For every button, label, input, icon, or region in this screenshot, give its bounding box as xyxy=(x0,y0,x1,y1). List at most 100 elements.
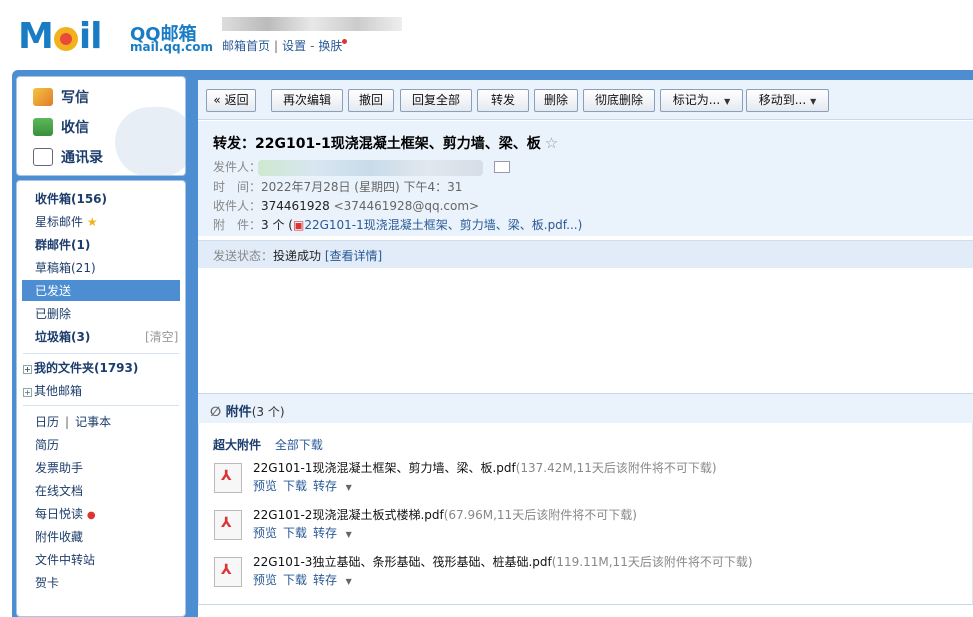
attachment-actions: 预览 下载 转存 ▼ xyxy=(253,477,364,494)
preview-link[interactable]: 预览 xyxy=(253,573,277,587)
download-link[interactable]: 下载 xyxy=(283,573,307,587)
attachment-item: 22G101-3独立基础、条形基础、筏形基础、桩基础.pdf(119.11M,1… xyxy=(214,553,954,595)
contacts-label: 通讯录 xyxy=(61,150,103,166)
preview-link[interactable]: 预览 xyxy=(253,479,277,493)
chevron-down-icon: ▼ xyxy=(343,577,352,586)
recall-button[interactable]: 撤回 xyxy=(348,89,394,112)
my-folders[interactable]: + 我的文件夹(1793) xyxy=(23,359,138,376)
download-all-link[interactable]: 全部下载 xyxy=(275,438,323,452)
preview-link[interactable]: 预览 xyxy=(253,526,277,540)
attachment-meta: (137.42M,11天后该附件将不可下载) xyxy=(515,461,717,475)
attachment-item: 22G101-1现浇混凝土框架、剪力墙、梁、板.pdf(137.42M,11天后… xyxy=(214,459,954,501)
sender-label: 发件人： xyxy=(213,160,262,174)
move-to-dropdown[interactable]: 移动到... ▼ xyxy=(746,89,829,112)
mail-read-panel: « 返回 再次编辑 撤回 回复全部 转发 删除 彻底删除 标记为... ▼ 移动到… xyxy=(198,80,973,617)
delete-button[interactable]: 删除 xyxy=(534,89,578,112)
clear-spam-link[interactable]: [清空] xyxy=(145,328,178,345)
pdf-file-icon[interactable] xyxy=(214,510,242,540)
pdf-file-icon[interactable] xyxy=(214,463,242,493)
contact-card-icon[interactable] xyxy=(494,161,510,173)
penguin-decoration-icon xyxy=(115,107,185,175)
docs-link[interactable]: 在线文档 xyxy=(35,482,83,499)
status-details-link[interactable]: [查看详情] xyxy=(325,249,382,263)
mark-as-dropdown[interactable]: 标记为... ▼ xyxy=(660,89,743,112)
other-mailbox-label: 其他邮箱 xyxy=(34,384,83,398)
my-folders-label: 我的文件夹(1793) xyxy=(34,361,139,375)
file-transfer-link[interactable]: 文件中转站 xyxy=(35,551,95,568)
folder-group[interactable]: 群邮件(1) xyxy=(35,236,90,253)
expand-icon: + xyxy=(23,388,32,397)
pdf-file-icon[interactable] xyxy=(214,557,242,587)
divider xyxy=(23,405,179,406)
permanent-delete-button[interactable]: 彻底删除 xyxy=(583,89,655,112)
new-dot-icon xyxy=(342,39,348,44)
attachment-filename[interactable]: 22G101-3独立基础、条形基础、筏形基础、桩基础.pdf xyxy=(253,555,552,569)
delivery-status-bar: 发送状态：投递成功 [查看详情] xyxy=(198,240,973,268)
folder-sent[interactable]: 已发送 xyxy=(35,282,71,299)
forward-button[interactable]: 转发 xyxy=(477,89,529,112)
attachment-item: 22G101-2现浇混凝土板式楼梯.pdf(67.96M,11天后该附件将不可下… xyxy=(214,506,954,548)
attachment-filename[interactable]: 22G101-2现浇混凝土板式楼梯.pdf xyxy=(253,508,444,522)
toolbar: « 返回 再次编辑 撤回 回复全部 转发 删除 彻底删除 标记为... ▼ 移动到… xyxy=(198,80,973,120)
attachment-meta: (67.96M,11天后该附件将不可下载) xyxy=(443,508,637,522)
attachment-fav-link[interactable]: 附件收藏 xyxy=(35,528,83,545)
chevron-down-icon: ▼ xyxy=(724,97,731,106)
chevron-down-icon: ▼ xyxy=(810,97,817,106)
reedit-button[interactable]: 再次编辑 xyxy=(271,89,343,112)
reply-all-button[interactable]: 回复全部 xyxy=(400,89,472,112)
star-toggle-icon[interactable]: ☆ xyxy=(545,134,558,152)
folder-spam[interactable]: 垃圾箱(3) xyxy=(35,328,90,345)
move-to-label: 移动到... xyxy=(758,93,807,107)
download-link[interactable]: 下载 xyxy=(283,479,307,493)
calendar-link[interactable]: 日历 xyxy=(35,415,59,429)
folder-inbox[interactable]: 收件箱(156) xyxy=(35,190,107,207)
attachment-meta: (119.11M,11天后该附件将不可下载) xyxy=(551,555,753,569)
attachment-actions: 预览 下载 转存 ▼ xyxy=(253,524,364,541)
divider xyxy=(23,353,179,354)
invoice-link[interactable]: 发票助手 xyxy=(35,459,83,476)
attachments-body: 超大附件 全部下载 22G101-1现浇混凝土框架、剪力墙、梁、板.pdf(13… xyxy=(198,423,973,605)
mail-home-link[interactable]: 邮箱首页 xyxy=(222,39,270,53)
pencil-icon xyxy=(33,88,53,106)
qq-mail-logo[interactable]: Mil QQ邮箱 mail.qq.com xyxy=(18,18,213,58)
settings-link[interactable]: 设置 xyxy=(282,39,306,53)
link-separator: | xyxy=(274,39,279,53)
daily-read-link[interactable]: 每日悦读 ● xyxy=(35,505,96,522)
folder-starred[interactable]: 星标邮件 ★ xyxy=(35,213,98,230)
attachment-filename[interactable]: 22G101-1现浇混凝土框架、剪力墙、梁、板.pdf xyxy=(253,461,516,475)
resume-link[interactable]: 简历 xyxy=(35,436,59,453)
contacts-button[interactable]: 通讯录 xyxy=(33,147,103,167)
notebook-link[interactable]: 记事本 xyxy=(75,415,111,429)
save-to-link[interactable]: 转存 ▼ xyxy=(313,573,358,587)
header: Mil QQ邮箱 mail.qq.com 邮箱首页 | 设置 - 换肤 xyxy=(0,0,973,70)
sidebar-quick-panel: 写信 收信 通讯录 xyxy=(16,76,186,176)
other-mailbox[interactable]: + 其他邮箱 xyxy=(23,382,82,399)
save-to-link[interactable]: 转存 ▼ xyxy=(313,526,358,540)
download-link[interactable]: 下载 xyxy=(283,526,307,540)
attachments-header: ∅ 附件(3 个) xyxy=(198,393,973,423)
link-separator: | xyxy=(65,415,70,429)
folder-deleted[interactable]: 已删除 xyxy=(35,305,71,322)
receive-button[interactable]: 收信 xyxy=(33,117,89,137)
large-attachment-label: 超大附件 xyxy=(213,438,262,452)
back-button[interactable]: « 返回 xyxy=(206,89,256,112)
recipient-name[interactable]: 374461928 xyxy=(261,199,330,213)
skin-link[interactable]: 换肤 xyxy=(318,39,342,53)
folder-drafts[interactable]: 草稿箱(21) xyxy=(35,259,96,276)
pdf-icon: ▣ xyxy=(292,218,305,232)
attachments-count: (3 个) xyxy=(251,405,285,419)
attachment-row: 附 件：3 个 (▣22G101-1现浇混凝土框架、剪力墙、梁、板.pdf...… xyxy=(213,216,582,233)
sender-blurred xyxy=(258,160,483,176)
attachment-count: 3 个 ( xyxy=(261,218,293,232)
mark-as-label: 标记为... xyxy=(672,93,721,107)
attachment-first-link[interactable]: 22G101-1现浇混凝土框架、剪力墙、梁、板.pdf...) xyxy=(304,218,582,232)
mail-subject: 转发：22G101-1现浇混凝土框架、剪力墙、梁、板 ☆ xyxy=(213,133,558,153)
chevron-down-icon: ▼ xyxy=(343,483,352,492)
logo-domain: mail.qq.com xyxy=(130,40,213,54)
mail-header: 转发：22G101-1现浇混凝土框架、剪力墙、梁、板 ☆ 发件人： 时 间：202… xyxy=(198,121,973,236)
calendar-row: 日历 | 记事本 xyxy=(35,413,111,430)
compose-button[interactable]: 写信 xyxy=(33,87,89,107)
attachment-name: 22G101-3独立基础、条形基础、筏形基础、桩基础.pdf(119.11M,1… xyxy=(253,553,753,570)
greeting-card-link[interactable]: 贺卡 xyxy=(35,574,59,591)
save-to-link[interactable]: 转存 ▼ xyxy=(313,479,358,493)
